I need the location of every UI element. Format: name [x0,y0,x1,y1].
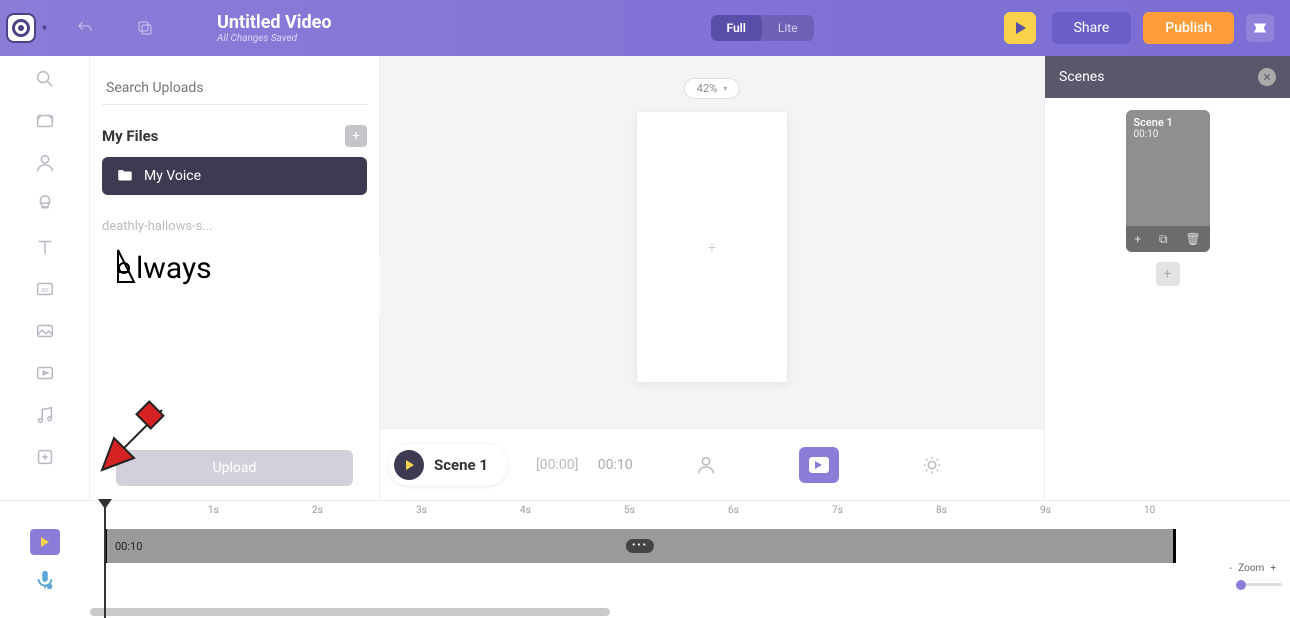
copy-button[interactable] [127,10,163,46]
scenes-header: Scenes ✕ [1045,56,1290,98]
undo-button[interactable] [67,10,103,46]
project-title[interactable]: Untitled Video [217,12,332,33]
scene-play-button[interactable] [394,450,424,480]
svg-text:lways: lways [136,251,212,286]
scene-delete-icon[interactable]: 🗑 [1185,232,1200,246]
scene-bar: Scene 1 [00:00] 00:10 [380,428,1044,500]
timeline-track-icons [0,501,90,618]
zoom-slider[interactable] [1236,583,1282,586]
timeline-scrollbar[interactable] [90,608,610,616]
search-icon[interactable] [32,68,58,90]
image-icon[interactable] [32,320,58,342]
clip-duration-label: 00:10 [115,540,142,553]
scene-duplicate-icon[interactable]: ⧉ [1159,232,1168,247]
search-uploads-input[interactable] [102,72,367,105]
upload-thumb[interactable]: lways [102,242,212,290]
app-header: ▾ Untitled Video All Changes Saved Full … [0,0,1290,56]
scene-add-icon[interactable]: + [1134,232,1141,246]
mode-full[interactable]: Full [711,15,762,41]
scene-card-title: Scene 1 [1134,116,1202,129]
folder-my-voice[interactable]: My Voice [102,157,367,195]
save-status: All Changes Saved [217,33,332,44]
zoom-plus[interactable]: + [1270,563,1276,574]
mode-lite[interactable]: Lite [762,15,814,41]
effects-icon[interactable] [32,446,58,468]
timeline-zoom[interactable]: - Zoom + [1229,563,1282,574]
zoom-label: Zoom [1238,563,1264,574]
svg-text:BG: BG [41,288,48,294]
scene-time: [00:00] 00:10 [536,457,633,473]
video-bar-icon[interactable] [799,447,839,483]
close-scenes-button[interactable]: ✕ [1258,68,1276,86]
app-logo[interactable] [6,13,36,43]
add-scene-button[interactable]: + [1156,262,1180,286]
folder-label: My Voice [144,168,201,184]
video-track-icon[interactable] [30,529,60,555]
my-files-label: My Files [102,127,158,145]
character-icon[interactable] [32,152,58,174]
text-icon[interactable] [32,236,58,258]
left-rail: BG [0,56,90,500]
canvas-area: 42% + [380,56,1044,428]
current-time: [00:00] [536,457,578,473]
timeline-body[interactable]: 1s 2s 3s 4s 5s 6s 7s 8s 9s 10 00:10 ••• [90,501,1180,618]
mode-toggle[interactable]: Full Lite [711,15,814,41]
add-folder-button[interactable]: + [345,125,367,147]
zoom-dropdown[interactable]: 42% [684,78,740,99]
timeline: 1s 2s 3s 4s 5s 6s 7s 8s 9s 10 00:10 ••• … [0,500,1290,618]
preview-play-button[interactable] [1004,12,1036,44]
scenes-title: Scenes [1059,69,1104,85]
timeline-ruler[interactable]: 1s 2s 3s 4s 5s 6s 7s 8s 9s 10 [90,501,1180,523]
scene-duration: 00:10 [598,457,633,473]
share-button[interactable]: Share [1052,12,1132,44]
scenes-icon[interactable] [32,110,58,132]
props-icon[interactable] [32,194,58,216]
zoom-minus[interactable]: - [1229,563,1232,574]
scene-card[interactable]: Scene 1 00:10 + ⧉ 🗑 [1126,110,1210,252]
clip-menu-icon[interactable]: ••• [626,539,654,553]
character-bar-icon[interactable] [691,450,721,480]
logo-chevron-down-icon[interactable]: ▾ [42,23,47,34]
scene-pill: Scene 1 [388,444,508,486]
video-icon[interactable] [32,362,58,384]
scene-card-duration: 00:10 [1134,129,1202,140]
add-element-icon[interactable]: + [707,238,716,257]
music-icon[interactable] [32,404,58,426]
canvas-stage[interactable]: + [637,112,787,382]
camera-bar-icon[interactable] [917,450,947,480]
account-icon[interactable] [1246,14,1274,42]
upload-file-name: deathly-hallows-s... [102,219,367,234]
scene-card-tools: + ⧉ 🗑 [1126,226,1210,252]
scenes-panel: Scenes ✕ Scene 1 00:10 + ⧉ 🗑 + [1044,56,1290,500]
scene-label: Scene 1 [434,456,488,474]
mic-track-icon[interactable] [34,569,56,597]
background-icon[interactable]: BG [32,278,58,300]
publish-button[interactable]: Publish [1143,12,1234,44]
annotation-arrow [92,398,172,478]
scene-card-thumb [1126,140,1210,226]
timeline-clip[interactable]: 00:10 ••• [104,529,1176,563]
project-title-block: Untitled Video All Changes Saved [217,12,332,44]
timeline-playhead[interactable] [104,501,106,618]
